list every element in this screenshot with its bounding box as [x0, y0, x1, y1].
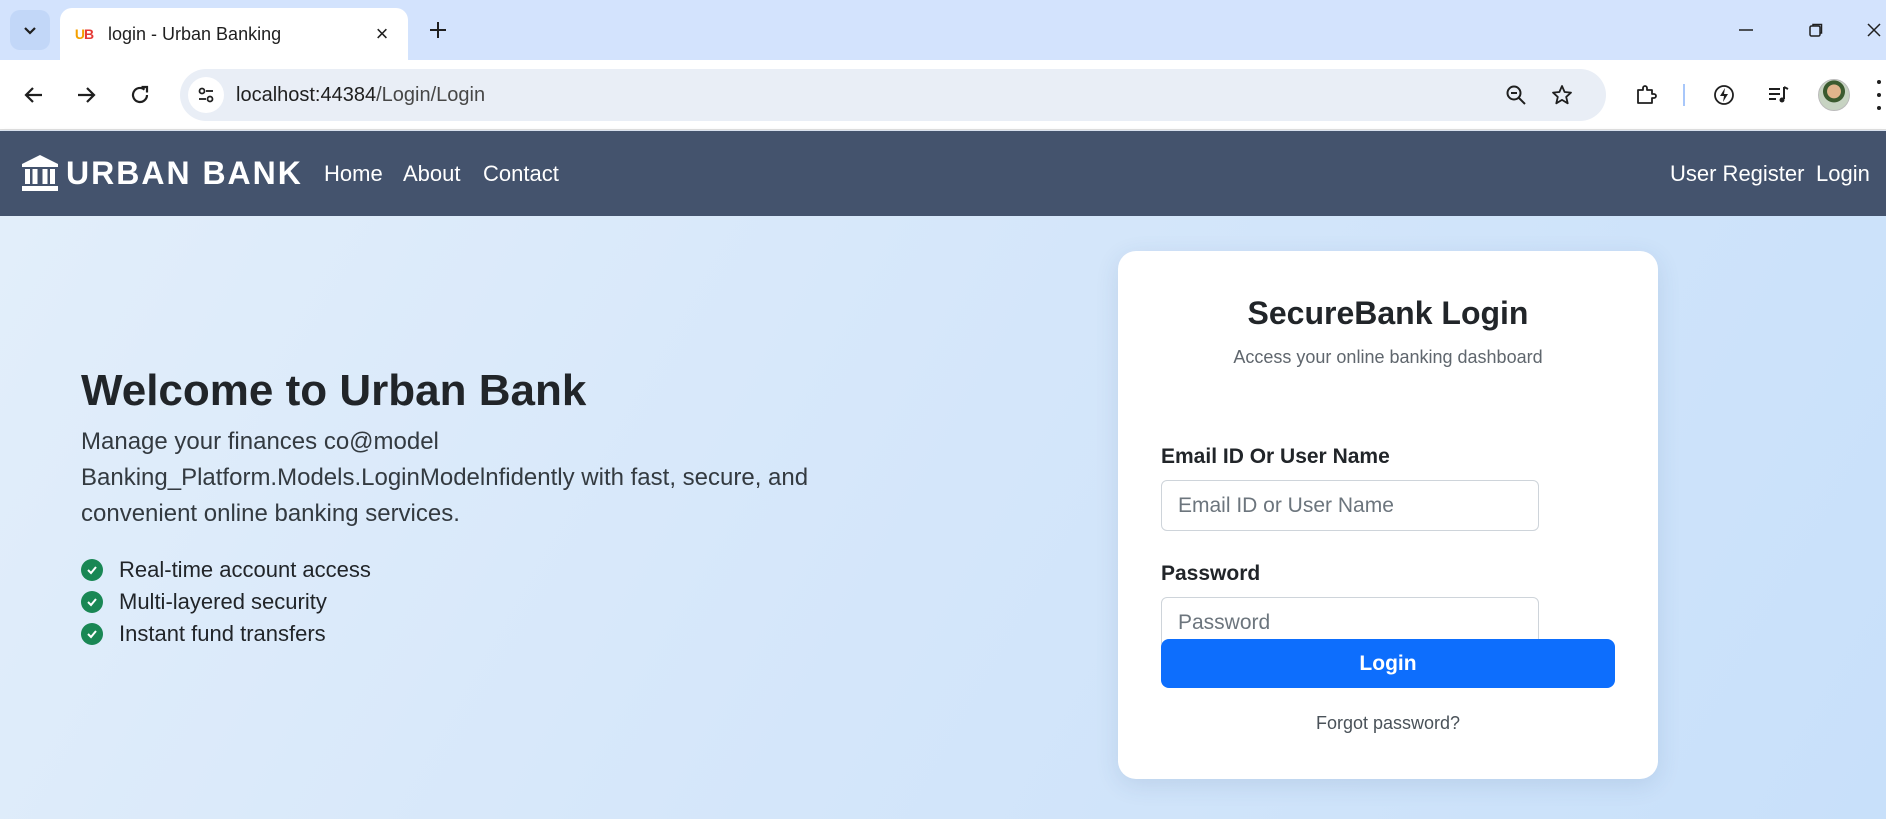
extensions-button[interactable]	[1626, 75, 1666, 115]
url-host: localhost:44384	[236, 84, 377, 106]
password-label: Password	[1161, 562, 1261, 585]
check-circle-icon	[81, 591, 103, 613]
check-circle-icon	[81, 559, 103, 581]
site-navbar: URBAN BANK Home About Contact User Regis…	[0, 131, 1886, 216]
feature-text: Real-time account access	[119, 557, 371, 582]
nav-link-home[interactable]: Home	[324, 131, 383, 216]
url-text[interactable]: localhost:44384/Login/Login	[236, 69, 485, 121]
login-button[interactable]: Login	[1161, 639, 1615, 688]
main-content: Welcome to Urban Bank Manage your financ…	[0, 216, 1886, 819]
url-path: /Login/Login	[376, 84, 486, 106]
nav-link-contact[interactable]: Contact	[483, 131, 559, 216]
back-button[interactable]	[14, 75, 54, 115]
close-window-icon	[1867, 23, 1881, 37]
close-window-button[interactable]	[1862, 10, 1886, 50]
nav-link-login[interactable]: Login	[1816, 131, 1870, 216]
email-field[interactable]	[1161, 480, 1539, 531]
login-title: SecureBank Login	[1247, 295, 1529, 331]
bank-icon	[22, 155, 58, 191]
feature-list: Real-time account access Multi-layered s…	[81, 554, 371, 650]
extensions-icon	[1637, 85, 1657, 104]
toolbar-separator	[1683, 84, 1685, 106]
browser-toolbar: localhost:44384/Login/Login	[0, 60, 1886, 130]
reload-button[interactable]	[120, 75, 160, 115]
login-subtitle: Access your online banking dashboard	[1233, 347, 1543, 367]
plus-icon	[430, 22, 446, 38]
star-icon	[1552, 85, 1572, 105]
address-bar[interactable]: localhost:44384/Login/Login	[180, 69, 1606, 121]
feature-item: Multi-layered security	[81, 586, 371, 618]
feature-text: Instant fund transfers	[119, 621, 326, 646]
forward-icon	[78, 87, 96, 103]
restore-icon	[1809, 23, 1823, 37]
feature-text: Multi-layered security	[119, 589, 327, 614]
browser-tabstrip: UB login - Urban Banking ×	[0, 0, 1886, 60]
chevron-down-icon	[24, 27, 36, 35]
reload-icon	[131, 85, 149, 104]
site-info-button[interactable]	[188, 77, 224, 113]
email-label: Email ID Or User Name	[1161, 445, 1390, 468]
performance-icon	[1714, 85, 1734, 105]
zoom-icon	[1506, 85, 1526, 105]
performance-button[interactable]	[1704, 75, 1744, 115]
tab-close-icon[interactable]: ×	[370, 21, 394, 46]
minimize-window-button[interactable]	[1726, 10, 1766, 50]
zoom-button[interactable]	[1500, 79, 1532, 111]
media-controls-button[interactable]	[1758, 75, 1798, 115]
new-tab-button[interactable]	[422, 14, 454, 46]
forward-button[interactable]	[66, 75, 106, 115]
nav-link-about[interactable]: About	[403, 131, 461, 216]
login-card: SecureBank Login Access your online bank…	[1118, 251, 1658, 779]
bookmark-button[interactable]	[1546, 79, 1578, 111]
tab-title: login - Urban Banking	[108, 23, 282, 44]
back-icon	[24, 87, 42, 103]
forgot-password-link[interactable]: Forgot password?	[1118, 713, 1658, 734]
feature-item: Real-time account access	[81, 554, 371, 586]
hero-description: Manage your finances co@model Banking_Pl…	[81, 428, 809, 527]
tab-search-button[interactable]	[10, 10, 50, 50]
restore-window-button[interactable]	[1796, 10, 1836, 50]
brand-logo[interactable]: URBAN BANK	[20, 151, 303, 195]
browser-tab-active[interactable]: UB login - Urban Banking ×	[60, 8, 408, 60]
menu-icon[interactable]	[1872, 80, 1886, 110]
minimize-icon	[1739, 29, 1753, 31]
media-icon	[1769, 86, 1789, 103]
check-circle-icon	[81, 623, 103, 645]
avatar[interactable]	[1818, 79, 1850, 111]
hero-title: Welcome to Urban Bank	[81, 366, 587, 415]
brand-name: URBAN BANK	[66, 154, 303, 191]
feature-item: Instant fund transfers	[81, 618, 371, 650]
nav-link-user-register[interactable]: User Register	[1670, 131, 1804, 216]
site-settings-icon	[198, 87, 214, 103]
urban-bank-favicon-icon: UB	[74, 26, 94, 42]
